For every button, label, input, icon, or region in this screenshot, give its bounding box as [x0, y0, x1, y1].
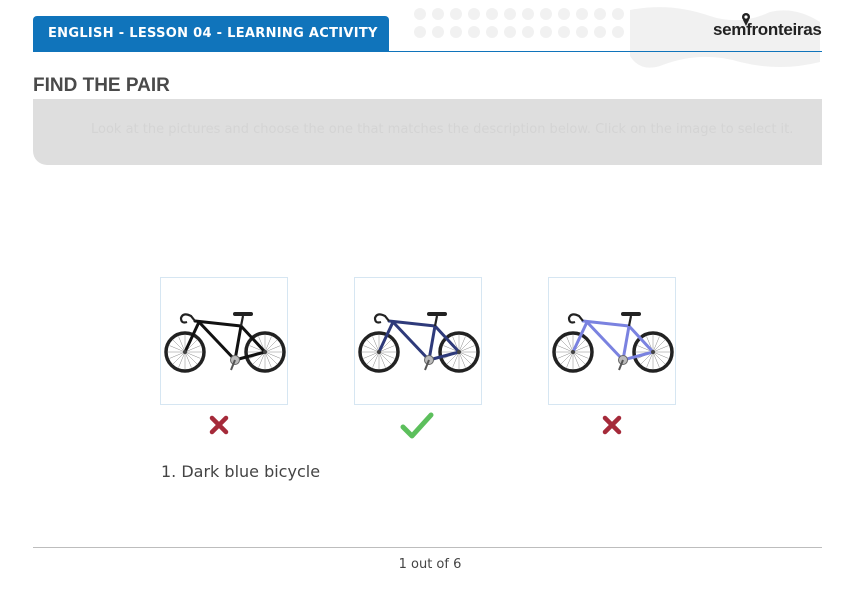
logo-wordmark: semfronteiras: [713, 20, 822, 39]
bicycle-icon: [358, 312, 480, 373]
cross-icon: [602, 415, 622, 435]
brand-logo: semfronteiras: [713, 12, 825, 42]
checkmark-icon: [400, 412, 434, 439]
instruction-text: Look at the pictures and choose the one …: [91, 122, 794, 137]
bicycle-icon: [164, 312, 286, 373]
option-card-light-blue-bicycle[interactable]: [548, 277, 676, 405]
option-card-dark-blue-bicycle[interactable]: [354, 277, 482, 405]
option-card-black-bicycle[interactable]: [160, 277, 288, 405]
lesson-title: ENGLISH - LESSON 04 - LEARNING ACTIVITY: [48, 26, 378, 41]
activity-title: FIND THE PAIR: [33, 75, 170, 96]
page-indicator: 1 out of 6: [398, 557, 462, 572]
header-divider: [33, 51, 822, 52]
cross-icon: [209, 415, 229, 435]
lesson-title-tab: ENGLISH - LESSON 04 - LEARNING ACTIVITY: [33, 16, 389, 52]
bicycle-icon: [552, 312, 674, 373]
footer-divider: [33, 547, 822, 548]
instruction-panel: Look at the pictures and choose the one …: [33, 99, 822, 165]
question-prompt: 1. Dark blue bicycle: [161, 462, 321, 481]
